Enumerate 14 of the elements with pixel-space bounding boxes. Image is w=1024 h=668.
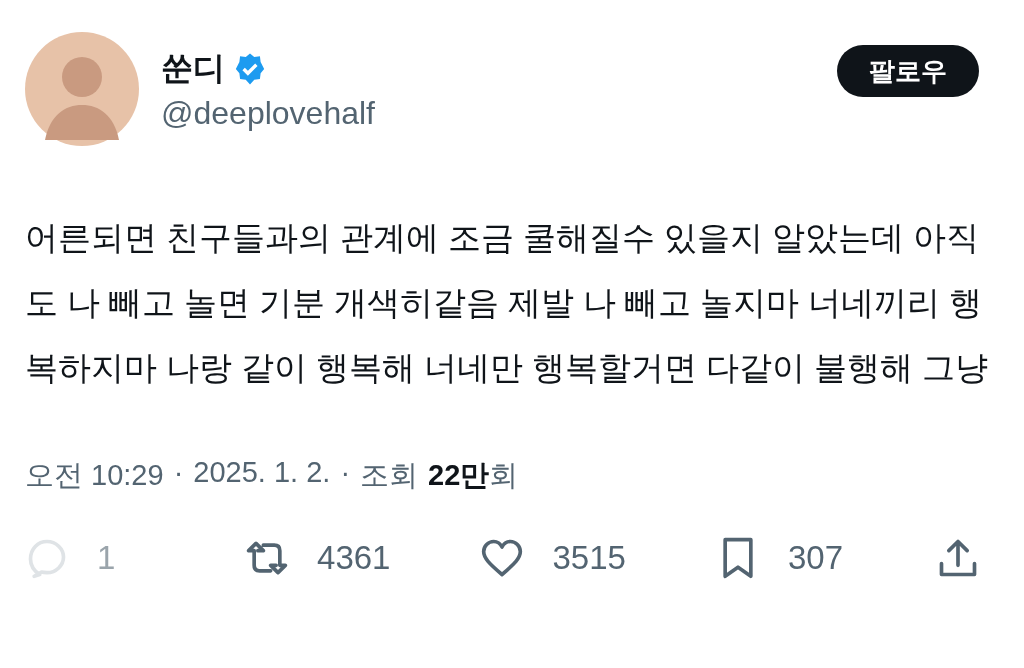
- action-count: 1: [97, 539, 116, 577]
- post-time[interactable]: 오전 10:29: [25, 456, 164, 496]
- separator-dot: ·: [340, 456, 351, 490]
- author-handle[interactable]: @deeplovehalf: [161, 94, 837, 132]
- action-count: 307: [787, 539, 843, 577]
- follow-button[interactable]: 팔로우: [837, 45, 979, 97]
- action-count: 3515: [552, 539, 626, 577]
- post-text: 어른되면 친구들과의 관계에 조금 쿨해질수 있을지 알았는데 아직도 나 빼고 놀면 기분 개색히같음 제발 나 빼고 놀지마 너네끼리 행복하지마 나랑 같이 행복해 너네만 행복할거면 다같이 불행해 그냥: [25, 219, 990, 388]
- view-count[interactable]: 22만회: [428, 456, 519, 496]
- author-name[interactable]: 쑨디: [161, 46, 225, 91]
- views-label: 조회: [360, 458, 419, 493]
- post-date[interactable]: 2025. 1. 2.: [193, 456, 331, 496]
- action-count: 4361: [317, 539, 391, 577]
- separator-dot: ·: [173, 456, 184, 490]
